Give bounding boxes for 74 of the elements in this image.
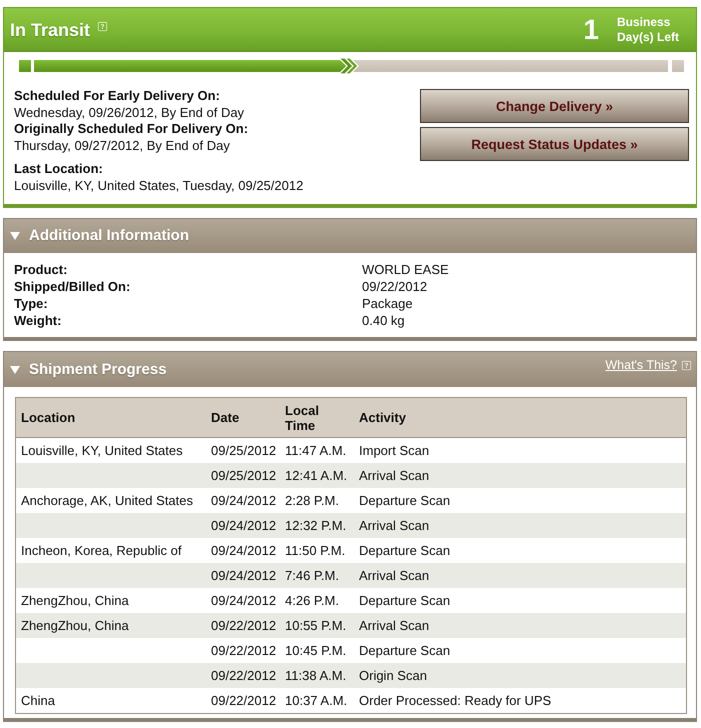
table-cell-text: 09/24/2012 <box>210 568 276 584</box>
detail-value: Thursday, 09/27/2012, By End of Day <box>14 138 231 154</box>
triangle-down-icon[interactable] <box>10 366 20 374</box>
chevron-icon <box>339 58 359 74</box>
help-link[interactable]: What's This? <box>605 358 677 372</box>
table-cell-text: China <box>20 692 55 708</box>
column-header: Date <box>210 410 240 425</box>
table-cell-text: 10:55 P.M. <box>284 618 346 634</box>
info-value: WORLD EASE <box>362 261 450 278</box>
table-cell-text: 09/22/2012 <box>210 692 276 708</box>
detail-label: Last Location: <box>14 161 104 178</box>
table-cell-text: Arrival Scan <box>358 518 430 534</box>
table-cell-text: Order Processed: Ready for UPS <box>358 692 552 708</box>
table-cell-text: 12:41 A.M. <box>284 468 348 484</box>
table-cell-text: 10:37 A.M. <box>284 692 348 708</box>
table-cell-text: Import Scan <box>358 442 430 458</box>
days-left-label: Business Day(s) Left <box>617 14 680 44</box>
column-header: Location <box>20 410 76 425</box>
table-cell-text: 7:46 P.M. <box>284 568 339 584</box>
section-header[interactable]: Additional Information <box>4 219 696 253</box>
info-value: 0.40 kg <box>362 312 406 329</box>
table-cell-text: Arrival Scan <box>358 618 430 634</box>
status-title: In Transit <box>10 18 90 40</box>
info-label: Shipped/Billed On: <box>14 278 132 295</box>
detail-value: Wednesday, 09/26/2012, By End of Day <box>14 104 246 121</box>
table-cell-text: 09/22/2012 <box>210 642 276 658</box>
table-cell-text: Incheon, Korea, Republic of <box>20 542 182 558</box>
info-value: Package <box>362 295 414 312</box>
table-cell-text: Departure Scan <box>358 492 450 508</box>
table-cell-text: 12:32 P.M. <box>284 518 346 534</box>
column-header: Activity <box>358 410 406 425</box>
section-header[interactable]: Shipment Progress What's This? <box>4 352 696 387</box>
progress-start-segment <box>19 60 31 72</box>
table-cell-text: Louisville, KY, United States <box>20 442 183 458</box>
table-cell-text: ZhengZhou, China <box>20 618 129 634</box>
table-cell-text: 09/24/2012 <box>210 518 276 534</box>
info-value: 09/22/2012 <box>362 278 428 295</box>
detail-label: Originally Scheduled For Delivery On: <box>14 121 250 138</box>
triangle-down-icon[interactable] <box>10 232 20 240</box>
info-label: Type: <box>14 295 49 312</box>
table-cell-text: 11:47 A.M. <box>284 442 346 458</box>
table-cell-text: Arrival Scan <box>358 568 430 584</box>
section-title: Additional Information <box>29 227 189 245</box>
table-cell-text: 11:38 A.M. <box>284 668 346 684</box>
section-title: Shipment Progress <box>29 360 167 378</box>
table-cell-text: 09/25/2012 <box>210 442 276 458</box>
table-cell-text: 2:28 P.M. <box>284 492 339 508</box>
table-cell-text: Anchorage, AK, United States <box>20 492 193 508</box>
progress-end-segment <box>672 60 684 72</box>
days-left-count: 1 <box>583 14 599 44</box>
table-cell-text: 09/24/2012 <box>210 542 276 558</box>
table-cell-text: 09/25/2012 <box>210 468 276 484</box>
table-cell-text: Departure Scan <box>358 542 450 558</box>
help-icon[interactable] <box>682 360 691 370</box>
table-cell-text: 10:45 P.M. <box>284 642 346 658</box>
table-cell-text: 4:26 P.M. <box>284 592 339 608</box>
action-button[interactable]: Change Delivery » <box>420 89 689 123</box>
table-cell-text: Arrival Scan <box>358 468 430 484</box>
info-label: Product: <box>14 261 68 278</box>
table-cell-text: 09/24/2012 <box>210 592 276 608</box>
table-cell-text: Departure Scan <box>358 592 450 608</box>
table-cell-text: 09/24/2012 <box>210 492 276 508</box>
action-button[interactable]: Request Status Updates » <box>420 127 689 161</box>
column-header: Local Time <box>284 402 320 432</box>
detail-value: Louisville, KY, United States, Tuesday, 09/25/2012 <box>14 178 304 194</box>
detail-label: Scheduled For Early Delivery On: <box>14 88 221 104</box>
table-cell-text: 09/22/2012 <box>210 668 276 684</box>
table-cell-text: Departure Scan <box>358 642 450 658</box>
help-icon[interactable] <box>98 22 108 30</box>
table-cell-text: 09/22/2012 <box>210 618 276 634</box>
table-cell-text: 11:50 P.M. <box>284 542 346 558</box>
info-label: Weight: <box>14 312 62 329</box>
table-cell-text: ZhengZhou, China <box>20 592 129 608</box>
table-cell-text: Origin Scan <box>358 668 427 684</box>
